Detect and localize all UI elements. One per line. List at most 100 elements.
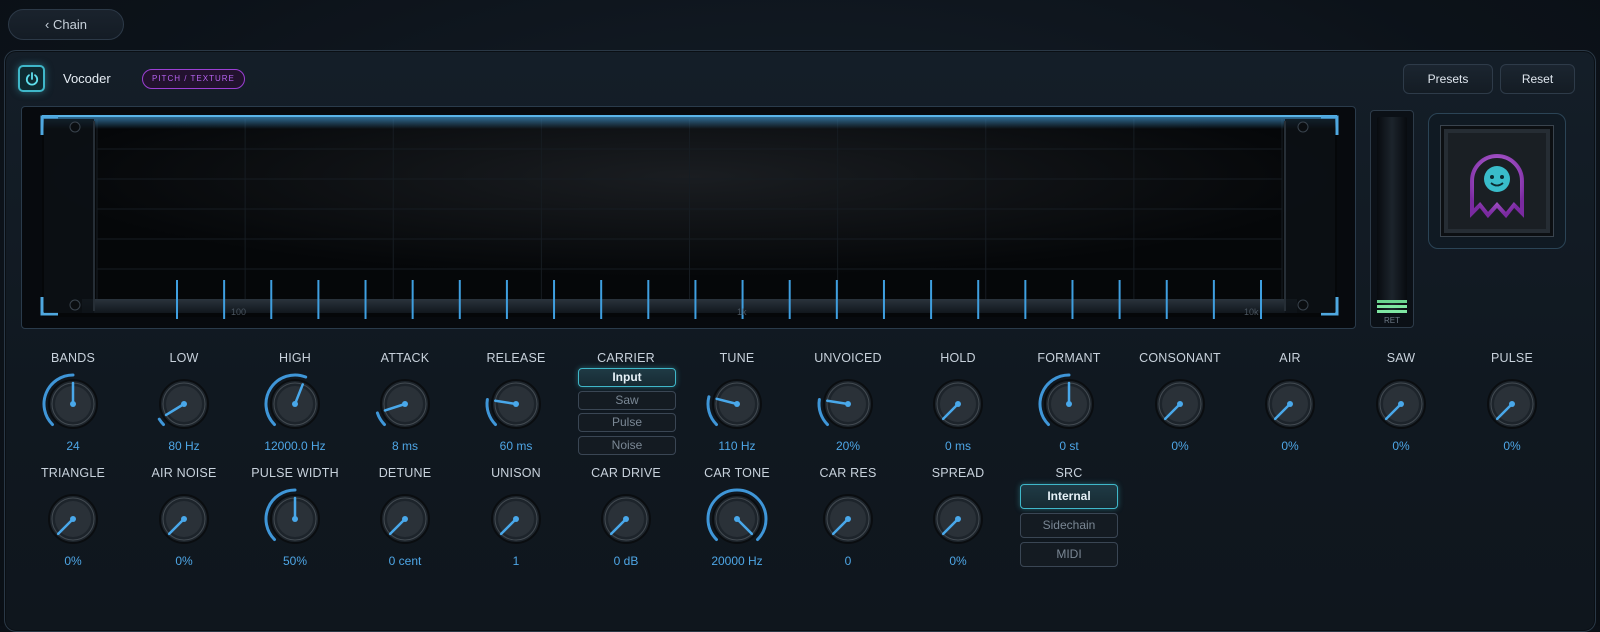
release-value: 60 ms [499,439,533,453]
car-tone-value: 20000 Hz [711,554,763,568]
carrier-option-pulse[interactable]: Pulse [578,413,676,432]
power-button[interactable] [18,65,45,92]
bands-label: BANDS [50,351,96,365]
presets-button[interactable]: Presets [1403,64,1493,94]
air-noise-knob[interactable]: AIR NOISE 0% [129,466,239,568]
saw-value: 0% [1392,439,1410,453]
unison-value: 1 [512,554,520,568]
carrier-option-noise[interactable]: Noise [578,436,676,455]
triangle-value: 0% [64,554,82,568]
knob-dial [706,488,768,544]
axis-label-100: 100 [231,307,246,317]
consonant-value: 0% [1171,439,1189,453]
attack-value: 8 ms [391,439,418,453]
consonant-knob[interactable]: CONSONANT 0% [1125,351,1235,453]
knob-dial [1487,379,1537,429]
tune-knob[interactable]: TUNE 110 Hz [682,351,792,453]
car-drive-label: CAR DRIVE [591,466,661,480]
unvoiced-knob[interactable]: UNVOICED 20% [793,351,903,453]
spread-knob[interactable]: SPREAD 0% [903,466,1013,568]
ghost-artwork [1441,126,1553,236]
axis-label-1k: 1k [737,307,747,317]
carrier-option-saw[interactable]: Saw [578,391,676,410]
saw-knob[interactable]: SAW 0% [1346,351,1456,453]
meter-segment [1377,310,1407,313]
band-display[interactable]: 100 1k 10k [21,106,1356,329]
ghost-icon [1470,154,1524,219]
meter-segment [1377,305,1407,308]
src-label: SRC [1055,466,1083,480]
car-drive-value: 0 dB [613,554,639,568]
attack-knob[interactable]: ATTACK 8 ms [350,351,460,453]
air-noise-label: AIR NOISE [151,466,217,480]
car-res-value: 0 [844,554,852,568]
detune-value: 0 cent [388,554,422,568]
triangle-knob[interactable]: TRIANGLE 0% [18,466,128,568]
band-display-graph: 100 1k 10k [40,115,1339,319]
knob-dial [1038,373,1094,429]
back-to-chain-label: ‹ Chain [45,17,87,32]
artwork-frame [1428,113,1566,249]
src-control: SRC [1014,466,1124,480]
carrier-label: CARRIER [597,351,655,365]
knob-dial [601,494,651,544]
tune-value: 110 Hz [718,439,756,453]
knob-dial [933,494,983,544]
src-option-sidechain[interactable]: Sidechain [1020,513,1118,538]
knob-dial [42,373,98,429]
detune-knob[interactable]: DETUNE 0 cent [350,466,460,568]
low-knob[interactable]: LOW 80 Hz [129,351,239,453]
air-value: 0% [1281,439,1299,453]
reset-button[interactable]: Reset [1500,64,1575,94]
pulse-width-value: 50% [282,554,308,568]
air-knob[interactable]: AIR 0% [1235,351,1345,453]
knob-dial [491,494,541,544]
formant-value: 0 st [1059,439,1079,453]
attack-label: ATTACK [380,351,430,365]
car-tone-knob[interactable]: CAR TONE 20000 Hz [682,466,792,568]
hold-value: 0 ms [944,439,971,453]
air-label: AIR [1279,351,1301,365]
pulse-knob[interactable]: PULSE 0% [1457,351,1567,453]
src-option-internal[interactable]: Internal [1020,484,1118,509]
formant-knob[interactable]: FORMANT 0 st [1014,351,1124,453]
hold-knob[interactable]: HOLD 0 ms [903,351,1013,453]
axis-label-10k: 10k [1244,307,1259,317]
hold-label: HOLD [940,351,976,365]
knob-dial [159,494,209,544]
knob-dial [264,488,320,544]
power-icon [25,71,38,86]
plugin-title: Vocoder [63,71,111,86]
back-to-chain-button[interactable]: ‹ Chain [8,9,124,40]
knob-dial [817,379,873,429]
consonant-label: CONSONANT [1139,351,1221,365]
car-drive-knob[interactable]: CAR DRIVE 0 dB [571,466,681,568]
knob-dial [1265,379,1315,429]
knob-dial [380,494,430,544]
knob-dial [933,379,983,429]
car-res-knob[interactable]: CAR RES 0 [793,466,903,568]
meter-segment [1377,300,1407,303]
air-noise-value: 0% [175,554,193,568]
meter-label: RET [1384,316,1400,325]
knob-dial [823,494,873,544]
car-tone-label: CAR TONE [704,466,770,480]
spread-value: 0% [949,554,967,568]
knob-dial [264,373,320,429]
bands-knob[interactable]: BANDS 24 [18,351,128,453]
high-knob[interactable]: HIGH 12000.0 Hz [240,351,350,453]
pulse-width-knob[interactable]: PULSE WIDTH 50% [240,466,350,568]
low-label: LOW [169,351,199,365]
unison-knob[interactable]: UNISON 1 [461,466,571,568]
unison-label: UNISON [491,466,541,480]
src-option-midi[interactable]: MIDI [1020,542,1118,567]
knob-dial [1155,379,1205,429]
pulse-value: 0% [1503,439,1521,453]
triangle-label: TRIANGLE [40,466,106,480]
carrier-option-input[interactable]: Input [578,368,676,387]
spread-label: SPREAD [931,466,985,480]
presets-label: Presets [1427,72,1469,86]
pulse-label: PULSE [1491,351,1533,365]
release-knob[interactable]: RELEASE 60 ms [461,351,571,453]
high-label: HIGH [278,351,312,365]
